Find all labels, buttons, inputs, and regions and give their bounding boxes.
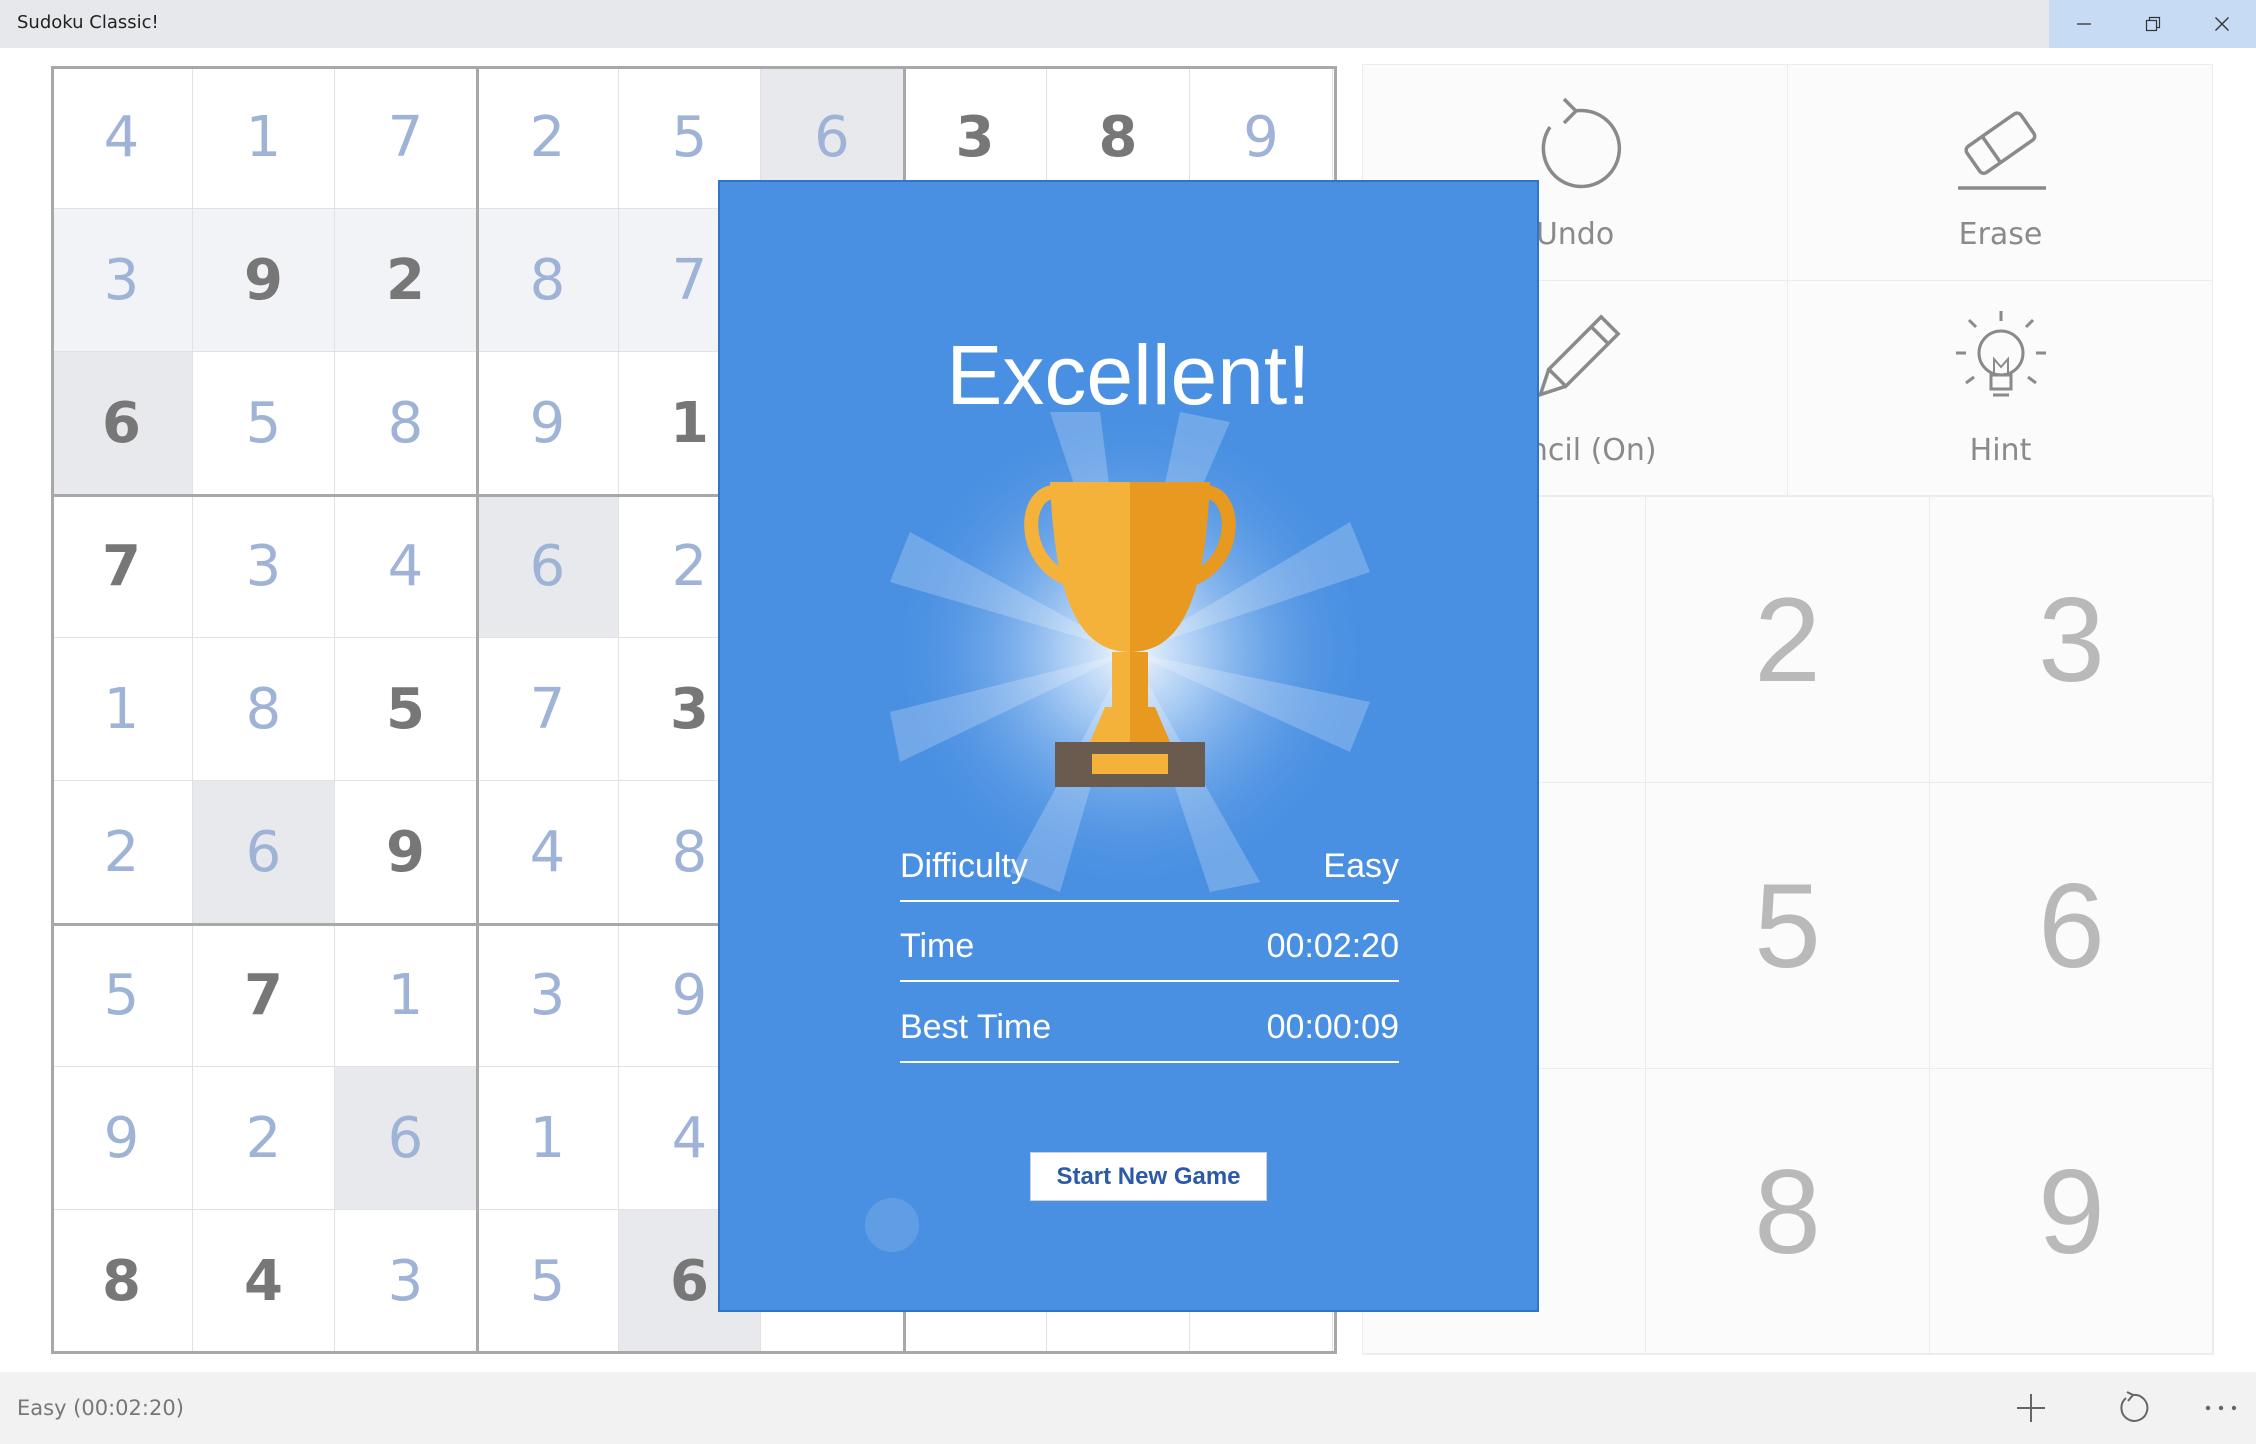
sudoku-cell[interactable]: 9 [51,1067,193,1210]
hint-button[interactable]: Hint [1788,281,2213,497]
minimize-button[interactable] [2049,0,2118,48]
sudoku-cell[interactable]: 6 [193,781,335,924]
start-new-game-button[interactable]: Start New Game [1030,1152,1267,1201]
sudoku-cell[interactable]: 8 [335,352,477,495]
sudoku-cell[interactable]: 3 [477,924,619,1067]
sudoku-cell[interactable]: 9 [335,781,477,924]
board-block-line [51,66,54,1354]
close-icon [2214,17,2229,31]
sudoku-cell[interactable]: 1 [193,66,335,209]
sudoku-cell[interactable]: 5 [477,1210,619,1354]
lightbulb-icon [1955,311,2046,397]
title-bar: Sudoku Classic! [0,0,2256,48]
difficulty-value: Easy [1323,847,1399,885]
sudoku-cell[interactable]: 2 [335,209,477,352]
sudoku-cell[interactable]: 8 [193,638,335,781]
refresh-icon [2120,1391,2149,1422]
bottom-app-bar: Easy (00:02:20) [0,1372,2256,1444]
sudoku-cell[interactable]: 6 [51,352,193,495]
board-block-line [51,1351,1337,1354]
plus-icon [2017,1394,2045,1422]
close-button[interactable] [2187,0,2256,48]
sudoku-cell[interactable]: 8 [51,1210,193,1354]
number-key-5[interactable]: 5 [1646,783,1930,1069]
sudoku-cell[interactable]: 5 [51,924,193,1067]
status-text: Easy (00:02:20) [17,1396,184,1420]
sudoku-cell[interactable]: 7 [477,638,619,781]
sudoku-cell[interactable]: 2 [51,781,193,924]
time-label: Time [900,927,975,965]
number-key-2[interactable]: 2 [1646,497,1930,783]
sudoku-cell[interactable]: 7 [335,66,477,209]
hint-label: Hint [1969,433,2032,468]
eraser-icon [1957,111,2046,190]
sudoku-cell[interactable]: 2 [477,66,619,209]
completion-dialog: Excellent! Difficulty Easy Time 00:02:20… [718,180,1539,1312]
time-value: 00:02:20 [1266,927,1399,965]
best-time-value: 00:00:09 [1266,1008,1399,1046]
focus-indicator [865,1198,919,1252]
sudoku-cell[interactable]: 4 [477,781,619,924]
sudoku-cell[interactable]: 3 [335,1210,477,1354]
restore-button[interactable] [2118,0,2187,48]
sudoku-cell[interactable]: 4 [335,495,477,638]
best-time-row: Best Time 00:00:09 [900,983,1399,1063]
time-row: Time 00:02:20 [900,902,1399,982]
sudoku-cell[interactable]: 7 [51,495,193,638]
difficulty-row: Difficulty Easy [900,822,1399,902]
sudoku-cell[interactable]: 5 [335,638,477,781]
more-button[interactable] [2199,1386,2243,1430]
number-key-6[interactable]: 6 [1930,783,2214,1069]
sudoku-cell[interactable]: 7 [193,924,335,1067]
erase-label: Erase [1958,217,2043,252]
restart-button[interactable] [2111,1386,2155,1430]
minimize-icon [2076,23,2091,25]
number-key-8[interactable]: 8 [1646,1069,1930,1355]
sudoku-cell[interactable]: 8 [477,209,619,352]
number-key-3[interactable]: 3 [1930,497,2214,783]
sudoku-cell[interactable]: 1 [335,924,477,1067]
restore-icon [2145,16,2160,32]
sudoku-cell[interactable]: 6 [477,495,619,638]
more-icon [2205,1405,2237,1411]
sudoku-cell[interactable]: 6 [335,1067,477,1210]
sudoku-cell[interactable]: 2 [193,1067,335,1210]
best-time-label: Best Time [900,1008,1052,1046]
number-key-9[interactable]: 9 [1930,1069,2214,1355]
sudoku-cell[interactable]: 4 [51,66,193,209]
difficulty-label: Difficulty [900,847,1028,885]
sudoku-cell[interactable]: 1 [51,638,193,781]
board-block-line [475,66,479,1354]
window-title: Sudoku Classic! [17,12,159,33]
sudoku-cell[interactable]: 9 [193,209,335,352]
sudoku-cell[interactable]: 3 [193,495,335,638]
board-block-line [51,66,1337,69]
sudoku-cell[interactable]: 4 [193,1210,335,1354]
sudoku-cell[interactable]: 3 [51,209,193,352]
sudoku-cell[interactable]: 5 [193,352,335,495]
erase-button[interactable]: Erase [1788,65,2213,281]
sudoku-cell[interactable]: 1 [477,1067,619,1210]
new-game-button[interactable] [2009,1386,2053,1430]
sudoku-cell[interactable]: 9 [477,352,619,495]
